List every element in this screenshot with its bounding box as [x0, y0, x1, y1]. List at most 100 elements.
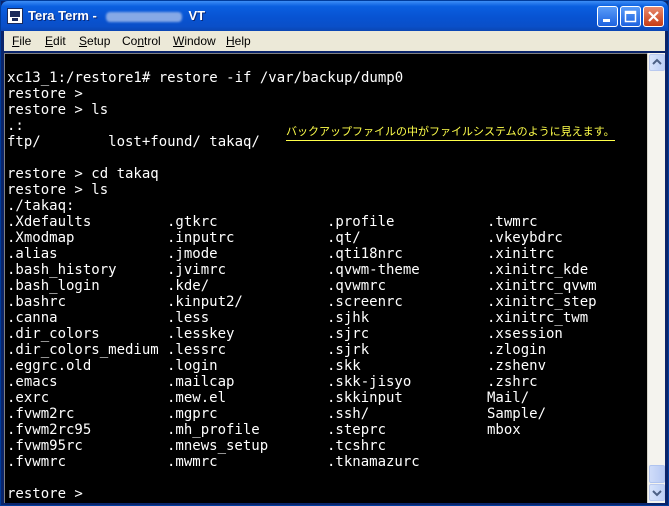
listing-entry: .mew.el: [167, 390, 227, 406]
menu-file[interactable]: File: [12, 34, 31, 48]
listing-entry: .dir_colors: [7, 326, 100, 342]
terminal-screen[interactable]: xc13_1:/restore1# restore -if /var/backu…: [4, 53, 647, 503]
listing-entry: .screenrc: [327, 294, 403, 310]
menu-edit-label: dit: [53, 34, 66, 48]
listing-entry: .emacs: [7, 374, 58, 390]
close-button[interactable]: [643, 6, 664, 27]
menu-help-label: elp: [234, 34, 251, 48]
listing-entry: .dir_colors_medium: [7, 342, 159, 358]
menu-control-first: C: [122, 34, 131, 48]
listing-entry: .fvwm2rc95: [7, 422, 92, 438]
listing-entry: .skk: [327, 358, 361, 374]
listing-entry: .kinput2/: [167, 294, 243, 310]
listing-entry: .inputrc: [167, 230, 235, 246]
listing-entry: .canna: [7, 310, 58, 326]
listing-entry: .skkinput: [327, 390, 403, 406]
listing-entry: .xinitrc_step: [487, 294, 597, 310]
listing-entry: .lessrc: [167, 342, 227, 358]
listing-entry: .less: [167, 310, 210, 326]
terminal-line: restore > ls: [7, 102, 109, 118]
listing-entry: .mh_profile: [167, 422, 260, 438]
maximize-icon: [624, 10, 637, 23]
menu-file-label: ile: [19, 34, 32, 48]
teraterm-app-icon[interactable]: [7, 8, 23, 24]
listing-entry: .ssh/: [327, 406, 370, 422]
menu-window[interactable]: Window: [173, 34, 216, 48]
close-icon: [648, 11, 659, 22]
listing-entry: .qti18nrc: [327, 246, 403, 262]
listing-entry: .fvwm2rc: [7, 406, 75, 422]
terminal-line: restore > cd takaq: [7, 166, 159, 182]
listing-entry: .Xmodmap: [7, 230, 75, 246]
menu-bar: File Edit Setup Control Window Help: [4, 31, 665, 51]
listing-entry: .qvwmrc: [327, 278, 387, 294]
listing-entry: mbox: [487, 422, 521, 438]
listing-entry: .kde/: [167, 278, 210, 294]
listing-entry: Mail/: [487, 390, 530, 406]
menu-window-label: indow: [184, 34, 216, 48]
listing-entry: .xsession: [487, 326, 563, 342]
minimize-button[interactable]: [597, 6, 618, 27]
teraterm-window: Tera Term - VT File Edit Setup Control W…: [0, 0, 669, 506]
menu-help[interactable]: Help: [226, 34, 251, 48]
menu-setup[interactable]: Setup: [79, 34, 110, 48]
menu-edit-accel: E: [45, 34, 54, 48]
listing-entry: .sjrk: [327, 342, 370, 358]
terminal-line: restore > ls: [7, 182, 109, 198]
minimize-icon: [603, 19, 610, 22]
scroll-up-arrow-icon: [652, 58, 662, 65]
listing-entry: .gtkrc: [167, 214, 218, 230]
listing-entry: .eggrc.old: [7, 358, 92, 374]
listing-entry: .qvwm-theme: [327, 262, 420, 278]
window-title: Tera Term - VT: [28, 8, 205, 23]
listing-entry: .zshenv: [487, 358, 547, 374]
terminal-prompt: restore >: [7, 486, 83, 502]
listing-entry: .alias: [7, 246, 58, 262]
menu-window-accel: W: [173, 34, 185, 48]
listing-entry: .skk-jisyo: [327, 374, 412, 390]
terminal-line: ftp/ lost+found/ takaq/: [7, 134, 260, 150]
vertical-scrollbar[interactable]: [647, 53, 665, 503]
menu-control-label: trol: [144, 34, 161, 48]
listing-entry: .xinitrc_kde: [487, 262, 589, 278]
scroll-down-arrow-icon: [652, 490, 662, 497]
terminal-line: .:: [7, 118, 24, 134]
listing-entry: .zshrc: [487, 374, 538, 390]
listing-entry: .xinitrc_qvwm: [487, 278, 597, 294]
menu-control[interactable]: Control: [122, 34, 161, 48]
listing-entry: .xinitrc: [487, 246, 555, 262]
scroll-down-button[interactable]: [649, 484, 665, 501]
listing-entry: .bash_history: [7, 262, 117, 278]
listing-entry: .login: [167, 358, 218, 374]
terminal-line: xc13_1:/restore1# restore -if /var/backu…: [7, 70, 404, 86]
listing-entry: .xinitrc_twm: [487, 310, 589, 326]
listing-entry: .Xdefaults: [7, 214, 92, 230]
listing-entry: .lesskey: [167, 326, 235, 342]
listing-entry: .bashrc: [7, 294, 67, 310]
title-bar[interactable]: Tera Term - VT: [1, 1, 668, 31]
listing-entry: .twmrc: [487, 214, 538, 230]
listing-entry: .jmode: [167, 246, 218, 262]
listing-entry: .qt/: [327, 230, 361, 246]
maximize-button[interactable]: [620, 6, 641, 27]
terminal-line: ./takaq:: [7, 198, 75, 214]
annotation-note: バックアップファイルの中がファイルシステムのように見えます。: [286, 123, 615, 141]
redacted-hostname: [106, 11, 183, 22]
listing-entry: .mgprc: [167, 406, 218, 422]
scroll-thumb[interactable]: [649, 465, 665, 483]
listing-entry: .tknamazurc: [327, 454, 420, 470]
listing-entry: .bash_login: [7, 278, 100, 294]
menu-help-accel: H: [226, 34, 235, 48]
menu-setup-label: etup: [87, 34, 111, 48]
listing-entry: .steprc: [327, 422, 387, 438]
window-title-suffix: VT: [188, 8, 206, 23]
listing-entry: .sjrc: [327, 326, 370, 342]
menu-setup-accel: S: [79, 34, 88, 48]
menu-edit[interactable]: Edit: [45, 34, 66, 48]
listing-entry: .fvwm95rc: [7, 438, 83, 454]
listing-entry: .zlogin: [487, 342, 547, 358]
window-title-prefix: Tera Term -: [28, 8, 101, 23]
listing-entry: .tcshrc: [327, 438, 387, 454]
scroll-up-button[interactable]: [649, 54, 665, 71]
listing-entry: .mnews_setup: [167, 438, 269, 454]
